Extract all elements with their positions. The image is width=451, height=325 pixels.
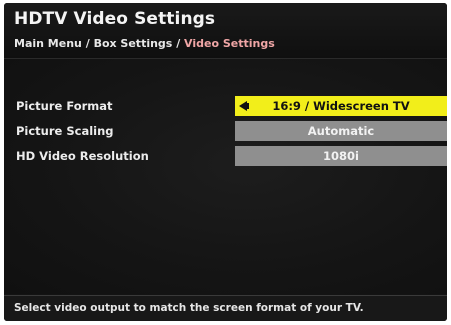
tv-screen: HDTV Video Settings Main Menu / Box Sett… [4,3,447,321]
setting-label: Picture Scaling [16,124,114,138]
setting-value: 16:9 / Widescreen TV [272,99,410,113]
settings-panel: Picture Format 16:9 / Widescreen TV Pict… [4,59,447,294]
picture-scaling-selector[interactable]: Automatic [235,121,447,141]
page-title: HDTV Video Settings [14,9,216,29]
help-bar: Select video output to match the screen … [4,295,447,321]
left-arrow-icon-stem [246,103,249,109]
setting-value: 1080i [323,149,359,163]
breadcrumb-separator: / [172,37,185,50]
breadcrumb-current: Video Settings [184,37,275,50]
breadcrumb-separator: / [81,37,94,50]
help-text: Select video output to match the screen … [14,302,364,314]
breadcrumb-box-settings[interactable]: Box Settings [94,37,173,50]
breadcrumb: Main Menu / Box Settings / Video Setting… [14,37,275,50]
hd-video-resolution-selector[interactable]: 1080i [235,146,447,166]
picture-format-selector[interactable]: 16:9 / Widescreen TV [235,96,447,116]
setting-label: Picture Format [16,99,113,113]
breadcrumb-main-menu[interactable]: Main Menu [14,37,82,50]
setting-value: Automatic [307,124,375,138]
setting-label: HD Video Resolution [16,149,149,163]
setting-row-hd-video-resolution[interactable]: HD Video Resolution 1080i [4,146,447,168]
setting-row-picture-format[interactable]: Picture Format 16:9 / Widescreen TV [4,96,447,118]
header: HDTV Video Settings Main Menu / Box Sett… [4,3,447,59]
setting-row-picture-scaling[interactable]: Picture Scaling Automatic [4,121,447,143]
